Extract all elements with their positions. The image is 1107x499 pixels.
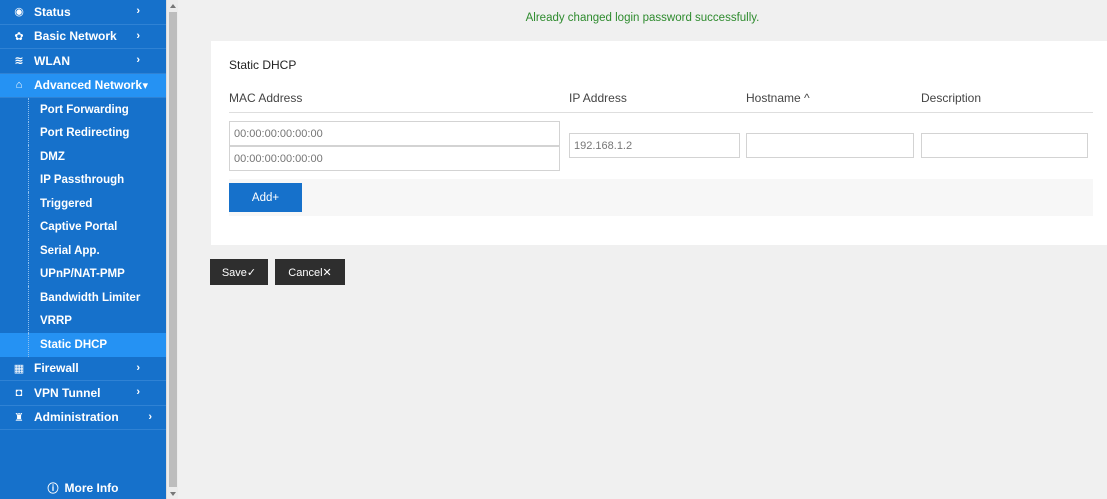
sidebar: ◉ Status › ✿ Basic Network › ≋ WLAN › ⌂ … [0,0,166,499]
sidebar-subitem-ip-passthrough[interactable]: IP Passthrough [0,168,166,193]
sidebar-item-label: Advanced Network [34,78,143,93]
sidebar-subitem-label: Captive Portal [40,221,118,234]
chevron-down-icon: ▾ [142,79,148,92]
scroll-down-icon[interactable] [170,492,176,496]
sidebar-subitem-label: IP Passthrough [40,174,125,187]
sidebar-subitem-label: Port Redirecting [40,127,130,140]
sidebar-item-label: Status [34,4,71,19]
sidebar-subitem-port-forwarding[interactable]: Port Forwarding [0,98,166,122]
sidebar-item-advanced-network[interactable]: ⌂ Advanced Network ▾ [0,73,166,98]
sidebar-item-label: VPN Tunnel [34,385,101,400]
admin-icon: ♜ [14,411,24,424]
sidebar-item-basic-network[interactable]: ✿ Basic Network › [0,25,166,49]
firewall-icon: ▦ [13,362,25,375]
chevron-right-icon: › [136,29,140,42]
info-icon: ⓘ [47,482,59,495]
column-header-hostname[interactable]: Hostname ^ [746,91,810,105]
chevron-right-icon: › [136,361,140,374]
more-info-label: More Info [64,480,119,495]
sidebar-subitem-upnp-nat-pmp[interactable]: UPnP/NAT-PMP [0,262,166,287]
sidebar-subitem-static-dhcp[interactable]: Static DHCP [0,333,166,357]
sidebar-subitem-vrrp[interactable]: VRRP [0,309,166,334]
sidebar-item-label: Basic Network [34,29,117,44]
sidebar-scrollbar[interactable] [166,0,178,499]
sidebar-subitem-captive-portal[interactable]: Captive Portal [0,215,166,240]
header-divider [229,112,1093,113]
sidebar-subitem-label: UPnP/NAT-PMP [40,268,125,281]
add-row-area: Add+ [229,179,1093,216]
vpn-icon: ◘ [15,386,23,399]
sidebar-subitem-label: VRRP [40,315,72,328]
sidebar-subitem-label: Static DHCP [40,338,108,351]
cancel-button[interactable]: Cancel✕ [275,259,345,285]
sidebar-item-administration[interactable]: ♜ Administration › [0,406,166,430]
network-icon: ✿ [14,30,24,43]
mac-address-input-2[interactable] [229,146,560,171]
column-header-description: Description [921,91,982,105]
column-header-mac: MAC Address [229,91,303,105]
sidebar-item-label: Administration [34,410,119,425]
save-button[interactable]: Save✓ [210,259,268,285]
sidebar-subitem-label: Bandwidth Limiter [40,291,141,304]
sidebar-subitem-label: DMZ [40,150,65,163]
description-input[interactable] [921,133,1088,158]
sidebar-item-wlan[interactable]: ≋ WLAN › [0,49,166,74]
sidebar-subitem-label: Triggered [40,197,93,210]
sidebar-subitem-label: Serial App. [40,244,100,257]
advanced-network-submenu: Port Forwarding Port Redirecting DMZ IP … [0,98,166,357]
main-content: Already changed login password successfu… [178,0,1107,499]
wifi-icon: ≋ [14,55,24,68]
sidebar-subitem-dmz[interactable]: DMZ [0,145,166,169]
sidebar-item-status[interactable]: ◉ Status › [0,0,166,25]
status-notice: Already changed login password successfu… [525,12,760,24]
column-header-ip: IP Address [569,91,627,105]
chevron-right-icon: › [136,54,140,66]
chevron-right-icon: › [136,5,140,17]
sidebar-subitem-bandwidth-limiter[interactable]: Bandwidth Limiter [0,286,166,310]
add-button[interactable]: Add+ [229,183,302,212]
static-dhcp-card: Static DHCP MAC Address IP Address Hostn… [211,41,1107,245]
chevron-right-icon: › [148,410,152,423]
sidebar-subitem-label: Port Forwarding [40,103,129,116]
sidebar-item-label: WLAN [34,53,70,68]
sidebar-subitem-port-redirecting[interactable]: Port Redirecting [0,121,166,146]
eye-icon: ◉ [14,6,24,19]
sidebar-item-label: Firewall [34,361,79,376]
sidebar-item-vpn-tunnel[interactable]: ◘ VPN Tunnel › [0,381,166,406]
chevron-right-icon: › [136,386,140,398]
scrollbar-thumb[interactable] [169,12,177,487]
ip-address-input[interactable] [569,133,740,158]
hostname-input[interactable] [746,133,914,158]
more-info-link[interactable]: ⓘ More Info [0,476,166,499]
mac-address-input-1[interactable] [229,121,560,146]
scroll-up-icon[interactable] [170,4,176,8]
sidebar-subitem-serial-app[interactable]: Serial App. [0,239,166,263]
card-title: Static DHCP [229,58,297,72]
home-network-icon: ⌂ [15,79,23,92]
sidebar-subitem-triggered[interactable]: Triggered [0,192,166,216]
sidebar-item-firewall[interactable]: ▦ Firewall › [0,357,166,381]
